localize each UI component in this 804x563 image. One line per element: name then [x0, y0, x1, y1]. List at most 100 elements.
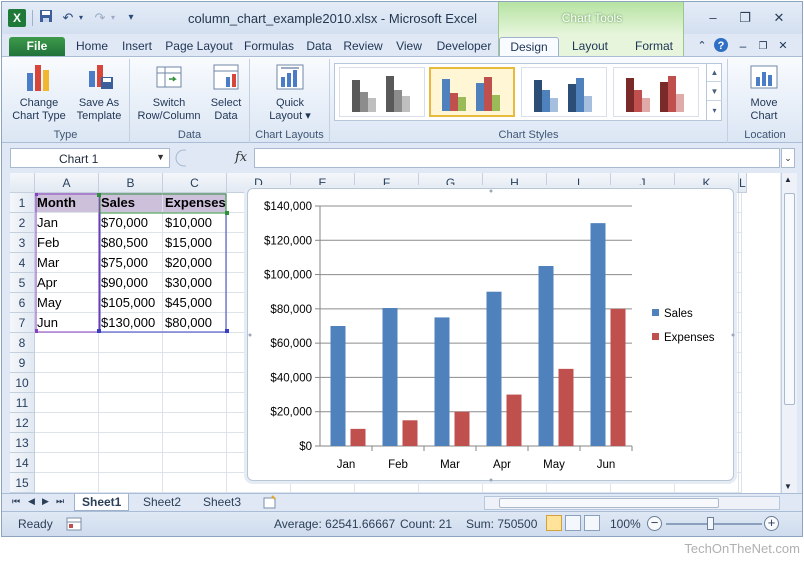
row-header-12[interactable]: 12 — [10, 413, 35, 433]
column-header-b[interactable]: B — [99, 173, 163, 193]
vertical-scrollbar[interactable]: ▲ ▼ — [781, 173, 797, 493]
help-icon[interactable]: ? — [712, 37, 730, 56]
column-header-a[interactable]: A — [35, 173, 99, 193]
gallery-scroll-down-icon[interactable]: ▼ — [707, 82, 722, 101]
page-layout-view-icon[interactable] — [565, 515, 581, 531]
save-as-template-button[interactable]: Save As Template — [72, 61, 126, 123]
empty-cell[interactable] — [739, 193, 742, 213]
empty-cell[interactable] — [35, 333, 99, 353]
customize-toolbar-icon[interactable]: ▾ — [124, 9, 138, 27]
empty-cell[interactable] — [163, 393, 227, 413]
empty-cell[interactable] — [99, 373, 163, 393]
undo-icon[interactable]: ↶ — [60, 9, 76, 27]
move-chart-button[interactable]: Move Chart — [738, 61, 790, 123]
empty-cell[interactable] — [99, 413, 163, 433]
tab-data[interactable]: Data — [302, 37, 336, 56]
zoom-slider-track[interactable] — [666, 523, 762, 525]
row-header-7[interactable]: 7 — [10, 313, 35, 333]
column-header-l[interactable]: L — [739, 173, 747, 193]
chart-object[interactable]: $0 $20,000 $40,000 $60,000 $80,000 $100,000 $1… — [247, 188, 735, 482]
empty-cell[interactable] — [739, 453, 742, 473]
empty-cell[interactable] — [163, 453, 227, 473]
quick-layout-button[interactable]: Quick Layout ▾ — [264, 61, 316, 123]
redo-icon[interactable]: ↷ — [92, 9, 108, 27]
empty-cell[interactable] — [35, 433, 99, 453]
tab-formulas[interactable]: Formulas — [240, 37, 298, 56]
empty-cell[interactable] — [163, 353, 227, 373]
minimize-ribbon-icon[interactable]: ⌃ — [694, 37, 710, 56]
empty-cell[interactable] — [739, 413, 742, 433]
tab-design[interactable]: Design — [499, 37, 559, 56]
horizontal-scroll-thumb[interactable] — [499, 498, 719, 508]
next-sheet-icon[interactable]: ▶ — [42, 496, 49, 507]
doc-minimize-button[interactable]: – — [736, 37, 750, 56]
tab-home[interactable]: Home — [72, 37, 112, 56]
row-header-15[interactable]: 15 — [10, 473, 35, 493]
empty-cell[interactable] — [739, 253, 742, 273]
tab-page-layout[interactable]: Page Layout — [163, 37, 235, 56]
row-header-1[interactable]: 1 — [10, 193, 35, 213]
undo-dropdown-icon[interactable]: ▾ — [76, 9, 86, 27]
empty-cell[interactable] — [163, 413, 227, 433]
empty-cell[interactable] — [739, 433, 742, 453]
change-chart-type-button[interactable]: Change Chart Type — [12, 61, 66, 123]
row-header-9[interactable]: 9 — [10, 353, 35, 373]
zoom-in-icon[interactable]: + — [764, 516, 779, 531]
tab-layout[interactable]: Layout — [564, 37, 616, 56]
horizontal-scrollbar[interactable] — [484, 496, 780, 510]
row-header-3[interactable]: 3 — [10, 233, 35, 253]
empty-cell[interactable] — [163, 333, 227, 353]
first-sheet-icon[interactable]: ⏮ — [12, 496, 20, 507]
formula-expand-icon[interactable]: ⌄ — [781, 148, 795, 168]
tab-review[interactable]: Review — [340, 37, 386, 56]
tab-developer[interactable]: Developer — [432, 37, 496, 56]
chart-style-red[interactable] — [613, 67, 699, 117]
empty-cell[interactable] — [35, 353, 99, 373]
row-header-8[interactable]: 8 — [10, 333, 35, 353]
empty-cell[interactable] — [739, 353, 742, 373]
minimize-button[interactable]: – — [700, 9, 726, 27]
row-header-13[interactable]: 13 — [10, 433, 35, 453]
zoom-slider-thumb[interactable] — [707, 517, 714, 530]
vertical-scroll-thumb[interactable] — [784, 193, 795, 405]
chart-style-blue[interactable] — [521, 67, 607, 117]
empty-cell[interactable] — [35, 373, 99, 393]
scroll-up-icon[interactable]: ▲ — [784, 175, 792, 184]
normal-view-icon[interactable] — [546, 515, 562, 531]
gallery-scroll-up-icon[interactable]: ▲ — [707, 63, 722, 82]
tab-format[interactable]: Format — [628, 37, 680, 56]
page-break-view-icon[interactable] — [584, 515, 600, 531]
chart-style-gray[interactable] — [339, 67, 425, 117]
empty-cell[interactable] — [739, 213, 742, 233]
empty-cell[interactable] — [35, 413, 99, 433]
switch-row-column-button[interactable]: Switch Row/Column — [134, 61, 204, 123]
empty-cell[interactable] — [739, 373, 742, 393]
prev-sheet-icon[interactable]: ◀ — [28, 496, 35, 507]
empty-cell[interactable] — [35, 453, 99, 473]
empty-cell[interactable] — [163, 433, 227, 453]
row-header-5[interactable]: 5 — [10, 273, 35, 293]
empty-cell[interactable] — [99, 333, 163, 353]
chart-style-multicolor[interactable] — [429, 67, 515, 117]
save-icon[interactable] — [38, 9, 54, 27]
worksheet-grid[interactable]: ABCDEFGHIJKL 1 2 3 4 5 6 7 8 9 10 11 12 13 14 15 Month… — [10, 173, 780, 493]
tab-view[interactable]: View — [390, 37, 428, 56]
empty-cell[interactable] — [99, 473, 163, 493]
last-sheet-icon[interactable]: ⏭ — [56, 496, 64, 507]
empty-cell[interactable] — [99, 453, 163, 473]
row-header-11[interactable]: 11 — [10, 393, 35, 413]
zoom-out-icon[interactable]: − — [647, 516, 662, 531]
row-header-6[interactable]: 6 — [10, 293, 35, 313]
doc-close-button[interactable]: ✕ — [776, 37, 790, 56]
scroll-down-icon[interactable]: ▼ — [784, 482, 792, 491]
gallery-more-icon[interactable]: ▾ — [707, 101, 722, 120]
empty-cell[interactable] — [739, 293, 742, 313]
empty-cell[interactable] — [739, 313, 742, 333]
empty-cell[interactable] — [35, 393, 99, 413]
empty-cell[interactable] — [163, 373, 227, 393]
row-header-2[interactable]: 2 — [10, 213, 35, 233]
empty-cell[interactable] — [99, 433, 163, 453]
name-box-dropdown-icon[interactable]: ▼ — [156, 152, 165, 162]
insert-sheet-icon[interactable] — [262, 495, 278, 509]
empty-cell[interactable] — [163, 473, 227, 493]
